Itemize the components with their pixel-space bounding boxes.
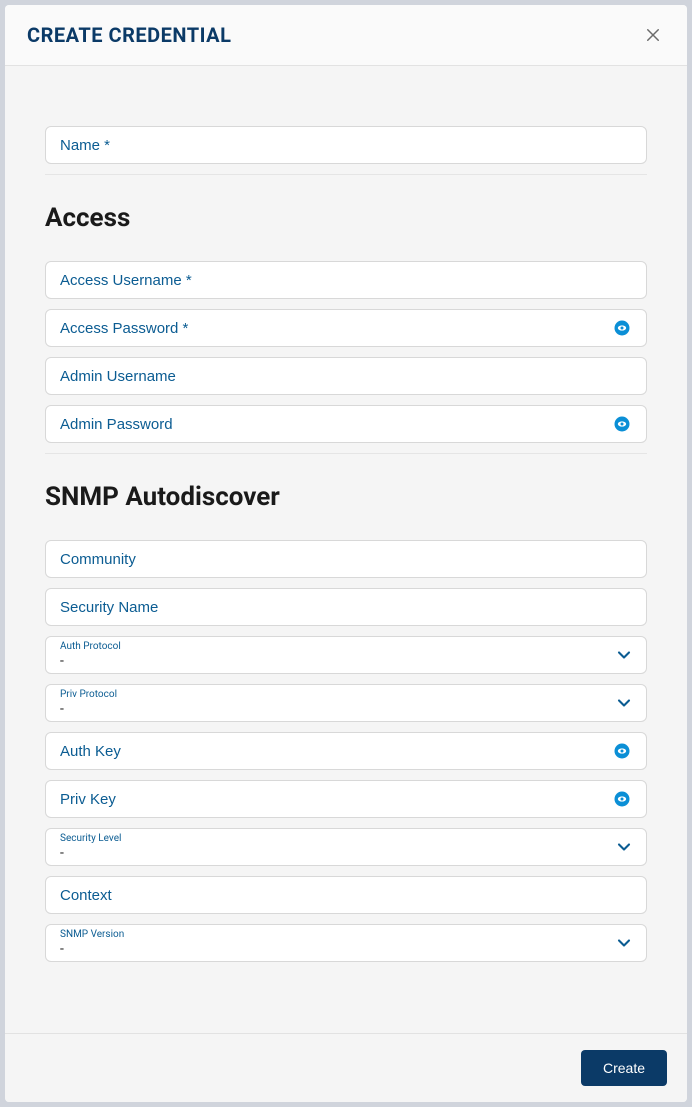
snmp-version-value: - bbox=[60, 941, 632, 958]
admin-username-input[interactable] bbox=[60, 358, 632, 394]
priv-protocol-value: - bbox=[60, 701, 632, 718]
security-level-select[interactable]: Security Level - bbox=[45, 828, 647, 866]
access-password-input[interactable] bbox=[60, 310, 612, 346]
create-credential-modal: CREATE CREDENTIAL Access bbox=[5, 5, 687, 1102]
chevron-down-icon bbox=[614, 645, 634, 665]
priv-key-wrap bbox=[45, 780, 647, 818]
security-name-wrap bbox=[45, 588, 647, 626]
eye-icon[interactable] bbox=[612, 414, 632, 434]
priv-protocol-label: Priv Protocol bbox=[60, 690, 632, 700]
security-level-value: - bbox=[60, 845, 632, 862]
auth-key-wrap bbox=[45, 732, 647, 770]
snmp-section-title: SNMP Autodiscover bbox=[45, 482, 647, 512]
access-section-title: Access bbox=[45, 203, 647, 233]
chevron-down-icon bbox=[614, 837, 634, 857]
name-input[interactable] bbox=[60, 127, 632, 163]
modal-title: CREATE CREDENTIAL bbox=[27, 23, 231, 47]
divider bbox=[45, 174, 647, 175]
admin-password-wrap bbox=[45, 405, 647, 443]
modal-header: CREATE CREDENTIAL bbox=[5, 5, 687, 66]
admin-password-input[interactable] bbox=[60, 406, 612, 442]
chevron-down-icon bbox=[614, 693, 634, 713]
security-level-label: Security Level bbox=[60, 834, 632, 844]
modal-footer: Create bbox=[5, 1033, 687, 1102]
auth-protocol-value: - bbox=[60, 653, 632, 670]
name-field-wrap bbox=[45, 126, 647, 164]
priv-key-input[interactable] bbox=[60, 781, 612, 817]
priv-protocol-select[interactable]: Priv Protocol - bbox=[45, 684, 647, 722]
admin-username-wrap bbox=[45, 357, 647, 395]
access-username-input[interactable] bbox=[60, 262, 632, 298]
eye-icon[interactable] bbox=[612, 741, 632, 761]
auth-protocol-select[interactable]: Auth Protocol - bbox=[45, 636, 647, 674]
auth-key-input[interactable] bbox=[60, 733, 612, 769]
divider bbox=[45, 453, 647, 454]
snmp-version-select[interactable]: SNMP Version - bbox=[45, 924, 647, 962]
close-button[interactable] bbox=[641, 23, 665, 47]
create-button[interactable]: Create bbox=[581, 1050, 667, 1086]
auth-protocol-label: Auth Protocol bbox=[60, 642, 632, 652]
community-wrap bbox=[45, 540, 647, 578]
modal-body: Access bbox=[5, 66, 687, 1033]
snmp-version-label: SNMP Version bbox=[60, 930, 632, 940]
context-wrap bbox=[45, 876, 647, 914]
close-icon bbox=[644, 26, 662, 44]
context-input[interactable] bbox=[60, 877, 632, 913]
eye-icon[interactable] bbox=[612, 318, 632, 338]
access-password-wrap bbox=[45, 309, 647, 347]
community-input[interactable] bbox=[60, 541, 632, 577]
access-username-wrap bbox=[45, 261, 647, 299]
security-name-input[interactable] bbox=[60, 589, 632, 625]
chevron-down-icon bbox=[614, 933, 634, 953]
eye-icon[interactable] bbox=[612, 789, 632, 809]
